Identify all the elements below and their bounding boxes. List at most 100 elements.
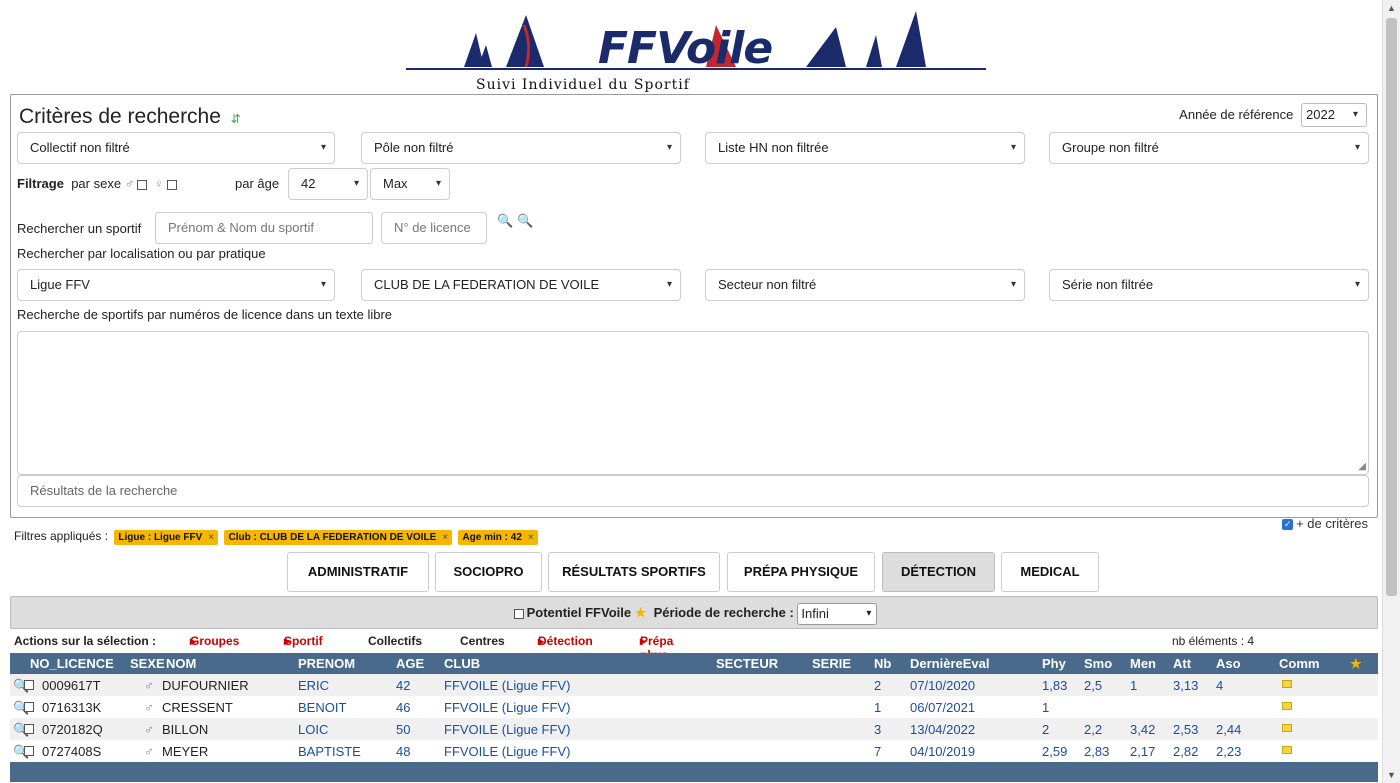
comment-icon[interactable] (1282, 680, 1292, 688)
sportif-menu[interactable]: Sportif ▸ (284, 634, 323, 648)
col-aso[interactable]: Aso (1216, 656, 1241, 671)
plus-criteres[interactable]: ✓ + de critères (1282, 516, 1368, 531)
tab-administratif[interactable]: ADMINISTRATIF (287, 552, 429, 592)
age-max-value: Max (383, 176, 408, 191)
groupes-label: Groupes (190, 634, 240, 648)
cell-date: 04/10/2019 (910, 744, 976, 759)
tab-resultats-sportifs[interactable]: RÉSULTATS SPORTIFS (548, 552, 720, 592)
col-age[interactable]: AGE (396, 656, 424, 671)
search-icon[interactable]: 🔍 (497, 213, 513, 229)
col-prenom[interactable]: PRENOM (298, 656, 355, 671)
scroll-up-icon[interactable]: ▲ (1383, 0, 1400, 16)
cell-nom[interactable]: DUFOURNIER (162, 678, 249, 693)
resize-grip-icon[interactable]: ◢ (1358, 461, 1366, 472)
cell-club[interactable]: FFVOILE (Ligue FFV) (444, 744, 570, 759)
annee-select[interactable]: 2022 ▾ (1301, 103, 1367, 127)
pole-select[interactable]: Pôle non filtré ▾ (361, 132, 681, 164)
scrollbar-thumb[interactable] (1386, 18, 1397, 596)
col-men[interactable]: Men (1130, 656, 1156, 671)
filter-tag-ligue[interactable]: Ligue : Ligue FFV × (114, 530, 219, 545)
results-field[interactable]: Résultats de la recherche (17, 475, 1369, 507)
cell-nom[interactable]: BILLON (162, 722, 208, 737)
table-row[interactable]: 🔍 ♂ 0720182Q BILLON LOIC 50 FFVOILE (Ligue FFV… (10, 718, 1378, 740)
male-checkbox[interactable] (137, 179, 148, 190)
col-club[interactable]: CLUB (444, 656, 480, 671)
cell-club[interactable]: FFVOILE (Ligue FFV) (444, 700, 570, 715)
cell-smo: 2,5 (1084, 678, 1103, 693)
male-icon: ♂ (144, 678, 154, 693)
cell-prenom[interactable]: BAPTISTE (298, 744, 361, 759)
row-checkbox[interactable] (24, 680, 34, 690)
tab-detection[interactable]: DÉTECTION (882, 552, 995, 592)
col-secteur[interactable]: SECTEUR (716, 656, 778, 671)
liste-hn-value: Liste HN non filtrée (718, 140, 829, 155)
row-checkbox[interactable] (24, 724, 34, 734)
licence-textarea[interactable]: ◢ (17, 331, 1369, 475)
cell-club[interactable]: FFVOILE (Ligue FFV) (444, 678, 570, 693)
cell-aso: 2,44 (1216, 722, 1242, 737)
cell-nom[interactable]: CRESSENT (162, 700, 233, 715)
star-icon[interactable]: ★ (1350, 656, 1362, 672)
cell-prenom[interactable]: BENOIT (298, 700, 346, 715)
nom-input[interactable]: Prénom & Nom du sportif (155, 212, 373, 244)
cell-prenom[interactable]: ERIC (298, 678, 329, 693)
scroll-down-icon[interactable]: ▼ (1383, 767, 1400, 783)
close-icon[interactable]: × (442, 532, 448, 543)
detection-menu[interactable]: Détection ▸ (538, 634, 593, 648)
prepa-menu[interactable]: Prépa phys ▸ (640, 634, 673, 662)
page-scrollbar[interactable]: ▲ ▼ (1382, 0, 1400, 783)
filtrage-label: Filtrage (17, 176, 64, 191)
col-nom[interactable]: NOM (166, 656, 196, 671)
cell-prenom[interactable]: LOIC (298, 722, 328, 737)
col-comm[interactable]: Comm (1279, 656, 1319, 671)
comment-icon[interactable] (1282, 724, 1292, 732)
tab-prepa-physique[interactable]: PRÉPA PHYSIQUE (727, 552, 875, 592)
col-licence[interactable]: NO_LICENCE (30, 656, 114, 671)
groupe-select[interactable]: Groupe non filtré ▾ (1049, 132, 1369, 164)
cell-licence: 0716313K (42, 700, 102, 715)
age-max-select[interactable]: Max ▾ (370, 168, 450, 200)
table-row[interactable]: 🔍 ♂ 0727408S MEYER BAPTISTE 48 FFVOILE (Ligue … (10, 740, 1378, 762)
row-checkbox[interactable] (24, 702, 34, 712)
search-add-icon[interactable]: 🔍 (517, 213, 533, 229)
cell-men: 1 (1130, 678, 1138, 693)
col-sexe[interactable]: SEXE (130, 656, 165, 671)
cell-nom[interactable]: MEYER (162, 744, 208, 759)
close-icon[interactable]: × (528, 532, 534, 543)
tab-medical[interactable]: MEDICAL (1001, 552, 1099, 592)
checkbox-checked-icon[interactable]: ✓ (1282, 519, 1294, 531)
col-phy[interactable]: Phy (1042, 656, 1066, 671)
par-age-label: par âge (235, 176, 280, 191)
refresh-icon[interactable]: ⇵ (231, 112, 241, 126)
periode-select[interactable]: Infini ▾ (797, 602, 878, 625)
col-smo[interactable]: Smo (1084, 656, 1112, 671)
female-checkbox[interactable] (166, 179, 177, 190)
cell-club[interactable]: FFVOILE (Ligue FFV) (444, 722, 570, 737)
serie-select[interactable]: Série non filtrée ▾ (1049, 269, 1369, 301)
club-value: CLUB DE LA FEDERATION DE VOILE (374, 277, 600, 292)
table-row[interactable]: 🔍 ♂ 0009617T DUFOURNIER ERIC 42 FFVOILE (Ligue… (10, 674, 1378, 696)
ligue-select[interactable]: Ligue FFV ▾ (17, 269, 335, 301)
comment-icon[interactable] (1282, 702, 1292, 710)
liste-hn-select[interactable]: Liste HN non filtrée ▾ (705, 132, 1025, 164)
groupes-menu[interactable]: Groupes ▸ (190, 634, 239, 648)
licence-input[interactable]: N° de licence (381, 212, 487, 244)
col-att[interactable]: Att (1173, 656, 1191, 671)
collectif-select[interactable]: Collectif non filtré ▾ (17, 132, 335, 164)
comment-icon[interactable] (1282, 746, 1292, 754)
secteur-select[interactable]: Secteur non filtré ▾ (705, 269, 1025, 301)
chevron-down-icon: ▾ (1354, 279, 1360, 290)
col-nb[interactable]: Nb (874, 656, 891, 671)
close-icon[interactable]: × (208, 532, 214, 543)
col-serie[interactable]: SERIE (812, 656, 851, 671)
col-derniere-eval[interactable]: DernièreEval (910, 656, 990, 671)
age-select[interactable]: 42 ▾ (288, 168, 368, 200)
row-checkbox[interactable] (24, 746, 34, 756)
tab-sociopro[interactable]: SOCIOPRO (435, 552, 542, 592)
table-row[interactable]: 🔍 ♂ 0716313K CRESSENT BENOIT 46 FFVOILE (Ligue… (10, 696, 1378, 718)
potentiel-checkbox[interactable] (513, 608, 524, 619)
club-select[interactable]: CLUB DE LA FEDERATION DE VOILE ▾ (361, 269, 681, 301)
filter-tag-age[interactable]: Age min : 42 × (458, 530, 538, 545)
male-icon: ♂ (144, 722, 154, 737)
filter-tag-club[interactable]: Club : CLUB DE LA FEDERATION DE VOILE × (224, 530, 453, 545)
